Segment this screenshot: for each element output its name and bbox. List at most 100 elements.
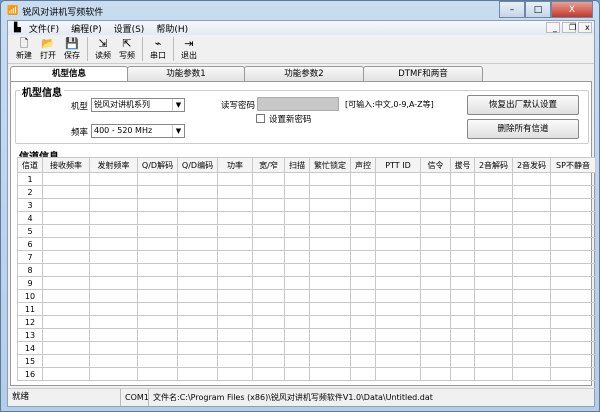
table-cell[interactable] — [512, 198, 551, 212]
table-cell[interactable] — [512, 328, 551, 342]
table-cell[interactable] — [137, 302, 178, 316]
table-cell[interactable] — [217, 302, 253, 316]
table-cell[interactable] — [474, 224, 513, 238]
channel-number[interactable]: 14 — [17, 341, 43, 355]
table-cell[interactable] — [42, 341, 90, 355]
table-cell[interactable] — [137, 263, 178, 277]
column-header[interactable]: 发射频率 — [89, 157, 138, 173]
table-cell[interactable] — [375, 367, 421, 381]
channel-number[interactable]: 13 — [17, 328, 43, 342]
table-cell[interactable] — [474, 328, 513, 342]
table-cell[interactable] — [350, 211, 376, 225]
channel-number[interactable]: 4 — [17, 211, 43, 225]
column-header[interactable]: Q/D编码 — [177, 157, 218, 173]
table-cell[interactable] — [550, 315, 596, 329]
table-cell[interactable] — [252, 367, 285, 381]
table-cell[interactable] — [474, 315, 513, 329]
maximize-button[interactable]: □ — [525, 1, 551, 18]
table-cell[interactable] — [450, 211, 475, 225]
table-cell[interactable] — [217, 237, 253, 251]
table-cell[interactable] — [350, 289, 376, 303]
table-cell[interactable] — [450, 224, 475, 238]
table-cell[interactable] — [375, 198, 421, 212]
table-cell[interactable] — [450, 354, 475, 368]
tab-function-params-2[interactable]: 功能参数2 — [244, 66, 364, 81]
table-cell[interactable] — [284, 276, 310, 290]
table-cell[interactable] — [284, 315, 310, 329]
table-cell[interactable] — [89, 211, 138, 225]
channel-number[interactable]: 10 — [17, 289, 43, 303]
table-cell[interactable] — [512, 302, 551, 316]
table-cell[interactable] — [252, 302, 285, 316]
table-cell[interactable] — [284, 328, 310, 342]
table-cell[interactable] — [512, 172, 551, 186]
table-cell[interactable] — [42, 250, 90, 264]
table-cell[interactable] — [217, 328, 253, 342]
table-cell[interactable] — [177, 341, 218, 355]
channel-number[interactable]: 1 — [17, 172, 43, 186]
tab-dtmf[interactable]: DTMF和两音 — [363, 66, 483, 81]
table-cell[interactable] — [420, 341, 451, 355]
table-cell[interactable] — [217, 263, 253, 277]
table-row[interactable]: 5 — [17, 224, 596, 238]
table-cell[interactable] — [450, 315, 475, 329]
table-cell[interactable] — [252, 315, 285, 329]
table-cell[interactable] — [420, 172, 451, 186]
mdi-minimize-button[interactable]: _ — [546, 22, 560, 33]
table-cell[interactable] — [512, 185, 551, 199]
table-cell[interactable] — [550, 250, 596, 264]
table-row[interactable]: 6 — [17, 237, 596, 251]
table-cell[interactable] — [420, 276, 451, 290]
minimize-button[interactable]: – — [499, 1, 525, 18]
table-cell[interactable] — [450, 367, 475, 381]
table-cell[interactable] — [252, 211, 285, 225]
table-cell[interactable] — [512, 341, 551, 355]
table-cell[interactable] — [284, 237, 310, 251]
table-cell[interactable] — [217, 354, 253, 368]
toolbar-button-new-file[interactable]: 🗋 新建 — [12, 37, 36, 61]
column-header[interactable]: 信道 — [17, 157, 43, 173]
column-header[interactable]: 2音解码 — [474, 157, 513, 173]
table-cell[interactable] — [375, 328, 421, 342]
table-cell[interactable] — [284, 289, 310, 303]
table-cell[interactable] — [42, 302, 90, 316]
menu-settings[interactable]: 设置(S) — [108, 22, 151, 35]
table-cell[interactable] — [137, 237, 178, 251]
table-cell[interactable] — [137, 250, 178, 264]
table-cell[interactable] — [350, 328, 376, 342]
table-cell[interactable] — [350, 237, 376, 251]
table-cell[interactable] — [450, 172, 475, 186]
table-row[interactable]: 10 — [17, 289, 596, 303]
table-cell[interactable] — [42, 289, 90, 303]
table-cell[interactable] — [177, 263, 218, 277]
table-cell[interactable] — [450, 276, 475, 290]
table-cell[interactable] — [137, 289, 178, 303]
table-cell[interactable] — [375, 276, 421, 290]
table-cell[interactable] — [309, 289, 351, 303]
table-cell[interactable] — [309, 224, 351, 238]
table-cell[interactable] — [284, 354, 310, 368]
table-cell[interactable] — [420, 263, 451, 277]
table-cell[interactable] — [512, 237, 551, 251]
table-cell[interactable] — [350, 172, 376, 186]
table-cell[interactable] — [450, 302, 475, 316]
table-cell[interactable] — [177, 224, 218, 238]
table-row[interactable]: 3 — [17, 198, 596, 212]
table-cell[interactable] — [450, 185, 475, 199]
table-cell[interactable] — [252, 276, 285, 290]
table-cell[interactable] — [252, 172, 285, 186]
table-cell[interactable] — [284, 224, 310, 238]
table-cell[interactable] — [420, 185, 451, 199]
table-cell[interactable] — [375, 354, 421, 368]
channel-number[interactable]: 6 — [17, 237, 43, 251]
menu-help[interactable]: 帮助(H) — [150, 22, 194, 35]
table-cell[interactable] — [550, 237, 596, 251]
table-cell[interactable] — [252, 263, 285, 277]
table-cell[interactable] — [309, 328, 351, 342]
table-cell[interactable] — [420, 250, 451, 264]
table-cell[interactable] — [309, 185, 351, 199]
table-cell[interactable] — [284, 367, 310, 381]
table-cell[interactable] — [284, 211, 310, 225]
table-cell[interactable] — [474, 341, 513, 355]
table-cell[interactable] — [137, 315, 178, 329]
